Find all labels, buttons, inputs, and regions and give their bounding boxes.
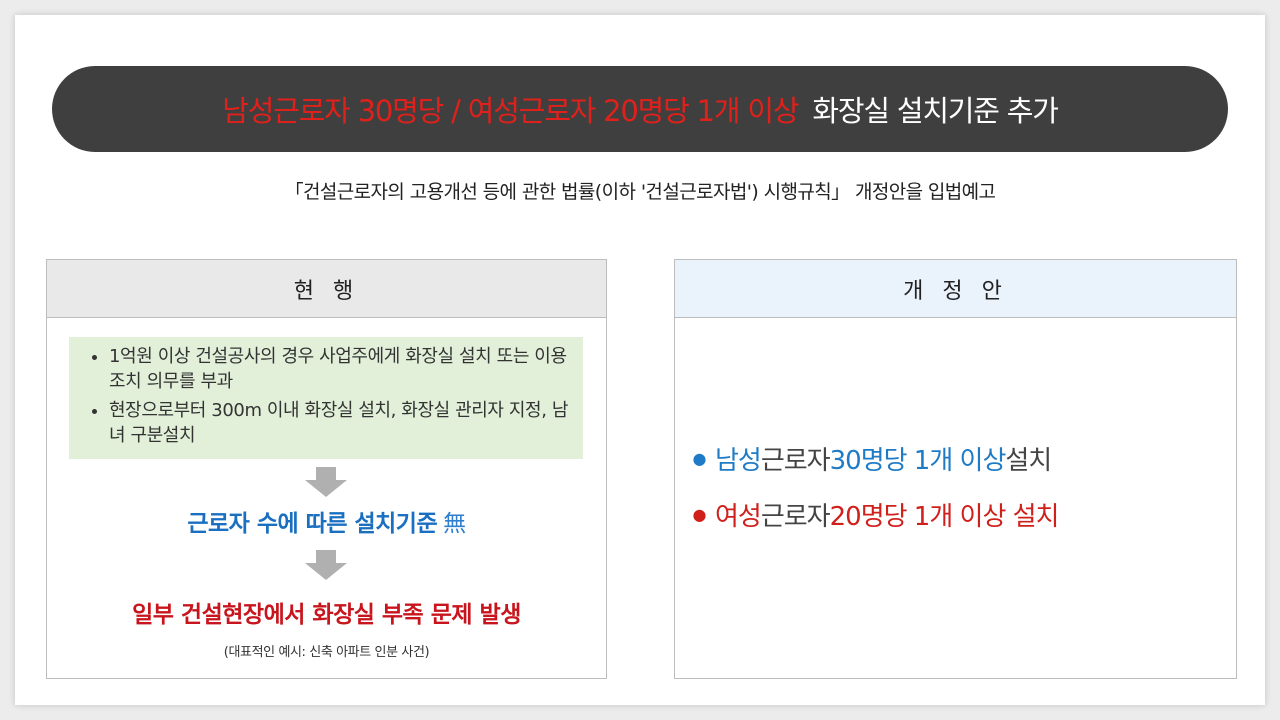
example-note: (대표적인 예시: 신축 아파트 인분 사건) bbox=[223, 645, 430, 660]
proposal-gender: 여성 bbox=[715, 502, 762, 532]
proposal-worker: 근로자 bbox=[760, 502, 831, 532]
consequence-text: 근로자 수에 따른 설치기준 無 bbox=[47, 504, 606, 538]
consequence-mark: 無 bbox=[443, 511, 466, 537]
result-text: 일부 건설현장에서 화장실 부족 문제 발생 bbox=[132, 602, 521, 628]
proposal-panel: 개 정 안 ● 남성 근로자 30명당 1개 이상 설치 ● 여성 근로자 20… bbox=[674, 259, 1237, 679]
current-bullet: 1억원 이상 건설공사의 경우 사업주에게 화장실 설치 또는 이용 조치 의무… bbox=[109, 344, 575, 394]
proposal-ratio: 20명당 1개 이상 설치 bbox=[829, 502, 1060, 532]
current-bullets-box: 1억원 이상 건설공사의 경우 사업주에게 화장실 설치 또는 이용 조치 의무… bbox=[69, 337, 583, 459]
proposal-list: ● 남성 근로자 30명당 1개 이상 설치 ● 여성 근로자 20명당 1개 … bbox=[675, 260, 1236, 678]
current-panel: 현 행 1억원 이상 건설공사의 경우 사업주에게 화장실 설치 또는 이용 조… bbox=[46, 259, 607, 679]
title-highlight: 남성근로자 30명당 / 여성근로자 20명당 1개 이상 bbox=[222, 94, 799, 128]
down-arrow-icon bbox=[305, 467, 347, 497]
slide: 남성근로자 30명당 / 여성근로자 20명당 1개 이상 화장실 설치기준 추… bbox=[15, 15, 1265, 705]
proposal-ratio: 30명당 1개 이상 bbox=[829, 446, 1007, 476]
current-bullet-list: 1억원 이상 건설공사의 경우 사업주에게 화장실 설치 또는 이용 조치 의무… bbox=[69, 337, 583, 448]
consequence-label: 근로자 수에 따른 설치기준 bbox=[187, 511, 438, 537]
bullet-icon: ● bbox=[692, 449, 707, 468]
current-bullet: 현장으로부터 300m 이내 화장실 설치, 화장실 관리자 지정, 남녀 구분… bbox=[109, 398, 575, 448]
title-rest: 화장실 설치기준 추가 bbox=[812, 94, 1059, 128]
proposal-item-female: ● 여성 근로자 20명당 1개 이상 설치 bbox=[683, 496, 1060, 533]
proposal-gender: 남성 bbox=[715, 446, 762, 476]
proposal-suffix: 설치 bbox=[1005, 446, 1052, 476]
current-header: 현 행 bbox=[47, 260, 606, 318]
down-arrow-icon bbox=[305, 550, 347, 580]
proposal-item-male: ● 남성 근로자 30명당 1개 이상 설치 bbox=[683, 440, 1053, 477]
title-banner: 남성근로자 30명당 / 여성근로자 20명당 1개 이상 화장실 설치기준 추… bbox=[52, 66, 1228, 152]
proposal-worker: 근로자 bbox=[760, 446, 831, 476]
subtitle: 「건설근로자의 고용개선 등에 관한 법률(이하 '건설근로자법') 시행규칙」… bbox=[284, 181, 996, 203]
bullet-icon: ● bbox=[692, 505, 707, 524]
